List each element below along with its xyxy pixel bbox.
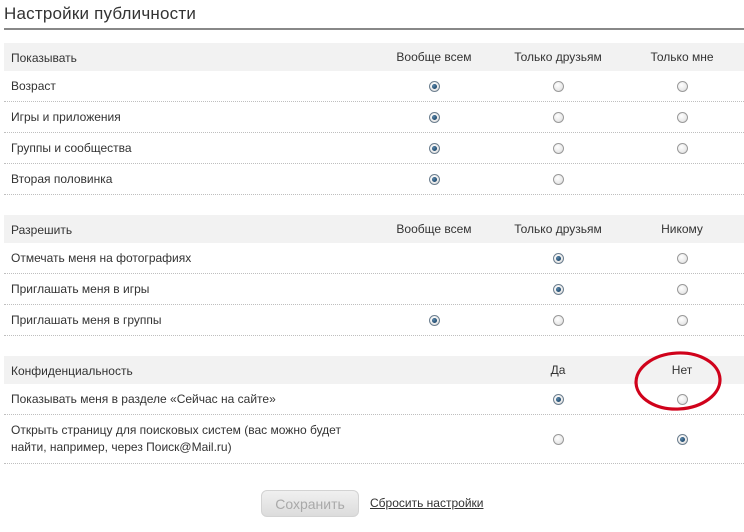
page-title: Настройки публичности — [4, 4, 197, 23]
setting-label-line2: найти, например, через Поиск@Mail.ru) — [11, 440, 232, 454]
radio-everyone[interactable] — [428, 111, 440, 123]
radio-nobody[interactable] — [676, 252, 688, 264]
radio-everyone[interactable] — [428, 173, 440, 185]
column-header-nobody: Никому — [661, 222, 703, 236]
radio-nobody[interactable] — [676, 283, 688, 295]
column-header-friends: Только друзьям — [514, 50, 602, 64]
setting-label: Вторая половинка — [11, 171, 113, 186]
setting-row-search-engines: Открыть страницу для поисковых систем (в… — [4, 415, 744, 464]
section-allow-header: Разрешить Вообще всем Только друзьям Ник… — [4, 215, 744, 243]
radio-only-me[interactable] — [676, 142, 688, 154]
section-show: Показывать Вообще всем Только друзьям То… — [4, 43, 744, 195]
column-header-everyone: Вообще всем — [396, 222, 472, 236]
reset-settings-link[interactable]: Сбросить настройки — [370, 496, 483, 510]
setting-row-age: Возраст — [4, 71, 744, 102]
setting-label: Отмечать меня на фотографиях — [11, 250, 192, 265]
section-allow-title: Разрешить — [11, 222, 73, 237]
radio-nobody[interactable] — [676, 314, 688, 326]
section-privacy-title: Конфиденциальность — [11, 363, 133, 378]
radio-friends[interactable] — [552, 142, 564, 154]
setting-label: Приглашать меня в игры — [11, 281, 150, 296]
setting-label-line1: Открыть страницу для поисковых систем (в… — [11, 423, 341, 437]
save-button[interactable]: Сохранить — [261, 490, 359, 517]
radio-friends[interactable] — [552, 111, 564, 123]
radio-friends[interactable] — [552, 173, 564, 185]
setting-row-invite-groups: Приглашать меня в группы — [4, 305, 744, 336]
setting-row-invite-games: Приглашать меня в игры — [4, 274, 744, 305]
section-allow: Разрешить Вообще всем Только друзьям Ник… — [4, 215, 744, 336]
radio-yes[interactable] — [552, 393, 564, 405]
radio-everyone[interactable] — [428, 80, 440, 92]
radio-only-me[interactable] — [676, 80, 688, 92]
setting-row-groups: Группы и сообщества — [4, 133, 744, 164]
setting-row-tag-photos: Отмечать меня на фотографиях — [4, 243, 744, 274]
radio-everyone[interactable] — [428, 314, 440, 326]
annotation-circle — [634, 351, 722, 411]
setting-label: Открыть страницу для поисковых систем (в… — [11, 415, 341, 463]
radio-friends[interactable] — [552, 252, 564, 264]
radio-yes[interactable] — [552, 433, 564, 445]
setting-label: Приглашать меня в группы — [11, 312, 162, 327]
setting-label: Группы и сообщества — [11, 140, 132, 155]
radio-friends[interactable] — [552, 80, 564, 92]
radio-only-me[interactable] — [676, 111, 688, 123]
radio-everyone[interactable] — [428, 142, 440, 154]
column-header-yes: Да — [550, 363, 566, 377]
column-header-everyone: Вообще всем — [396, 50, 472, 64]
radio-friends[interactable] — [552, 283, 564, 295]
setting-label: Игры и приложения — [11, 109, 121, 124]
setting-row-partner: Вторая половинка — [4, 164, 744, 195]
column-header-only-me: Только мне — [650, 50, 714, 64]
section-show-title: Показывать — [11, 50, 77, 65]
title-divider — [4, 28, 744, 30]
radio-no[interactable] — [676, 433, 688, 445]
column-header-friends: Только друзьям — [514, 222, 602, 236]
setting-row-games-apps: Игры и приложения — [4, 102, 744, 133]
radio-friends[interactable] — [552, 314, 564, 326]
setting-label: Показывать меня в разделе «Сейчас на сай… — [11, 391, 276, 406]
section-show-header: Показывать Вообще всем Только друзьям То… — [4, 43, 744, 71]
setting-label: Возраст — [11, 78, 56, 93]
